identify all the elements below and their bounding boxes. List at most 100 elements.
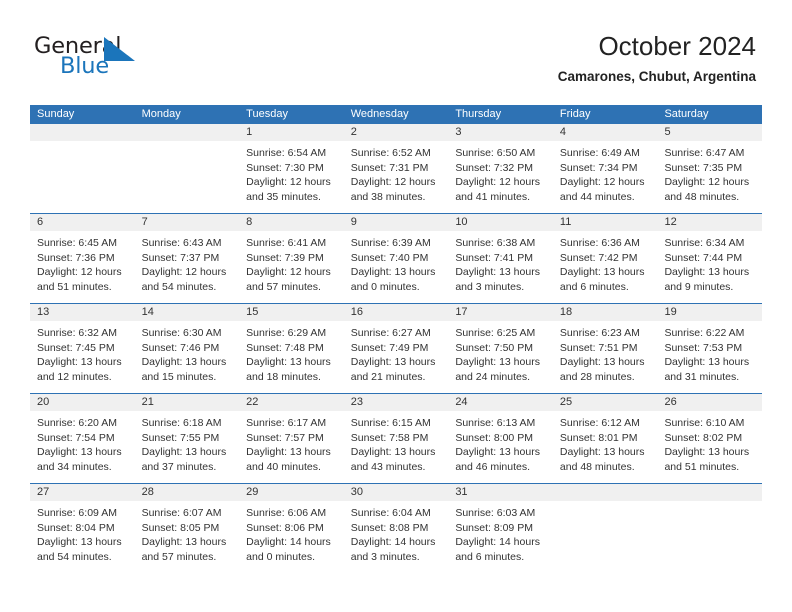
calendar-day-cell[interactable]: 9 Sunrise: 6:39 AM Sunset: 7:40 PM Daylight… [343, 214, 449, 303]
day-detail-line: Sunset: 7:53 PM [664, 341, 743, 354]
calendar-day-cell[interactable]: 2 Sunrise: 6:52 AM Sunset: 7:31 PM Daylight… [343, 124, 449, 213]
day-detail-line: and 46 minutes. [455, 460, 531, 473]
calendar-day-cell[interactable]: 19 Sunrise: 6:22 AM Sunset: 7:53 PM Dayligh… [657, 304, 763, 393]
day-details: Sunrise: 6:13 AM Sunset: 8:00 PM Daylight:… [448, 411, 553, 474]
day-detail-line: Daylight: 13 hours [664, 356, 750, 369]
day-number: 6 [37, 216, 44, 228]
day-detail-line: Sunset: 7:45 PM [37, 341, 115, 354]
calendar-day-cell[interactable]: 20 Sunrise: 6:20 AM Sunset: 7:54 PM Dayligh… [30, 394, 135, 483]
day-details [30, 141, 135, 146]
calendar-day-cell[interactable]: 4 Sunrise: 6:49 AM Sunset: 7:34 PM Daylight… [552, 124, 658, 213]
page-header: General Blue October 2024 Camarones, Chu… [0, 0, 792, 100]
day-detail-line: Sunrise: 6:52 AM [350, 147, 431, 159]
calendar-day-cell[interactable]: 29 Sunrise: 6:06 AM Sunset: 8:06 PM Dayligh… [239, 484, 344, 573]
day-number-band: 25 [552, 394, 658, 411]
day-details: Sunrise: 6:34 AM Sunset: 7:44 PM Daylight:… [657, 231, 762, 294]
day-detail-line: Sunset: 8:02 PM [664, 431, 743, 444]
day-detail-line: Sunset: 7:37 PM [141, 251, 220, 264]
day-details: Sunrise: 6:04 AM Sunset: 8:08 PM Daylight:… [344, 501, 449, 564]
day-detail-line: and 37 minutes. [141, 460, 217, 473]
day-number: 2 [350, 126, 357, 138]
calendar-page: General Blue October 2024 Camarones, Chu… [0, 0, 792, 612]
calendar-day-cell[interactable]: 26 Sunrise: 6:10 AM Sunset: 8:02 PM Dayligh… [657, 394, 763, 483]
day-detail-line: Sunrise: 6:20 AM [37, 417, 117, 429]
calendar-day-cell[interactable]: 8 Sunrise: 6:41 AM Sunset: 7:39 PM Daylight… [239, 214, 344, 303]
day-details: Sunrise: 6:10 AM Sunset: 8:02 PM Daylight:… [657, 411, 762, 474]
calendar-day-cell[interactable]: 13 Sunrise: 6:32 AM Sunset: 7:45 PM Dayligh… [30, 304, 135, 393]
calendar-day-cell[interactable]: 21 Sunrise: 6:18 AM Sunset: 7:55 PM Dayligh… [134, 394, 240, 483]
day-detail-line: Sunset: 8:01 PM [559, 431, 638, 444]
day-detail-line: Daylight: 13 hours [37, 536, 122, 549]
day-detail-line: Daylight: 13 hours [141, 356, 227, 369]
day-detail-line: and 54 minutes. [37, 550, 112, 563]
day-detail-line: Sunset: 7:34 PM [559, 161, 638, 174]
day-detail-line: Sunrise: 6:22 AM [664, 327, 745, 339]
day-detail-line: Daylight: 12 hours [141, 266, 227, 279]
day-number-band: 14 [134, 304, 240, 321]
calendar-week-row: 27 Sunrise: 6:09 AM Sunset: 8:04 PM Dayligh… [30, 483, 763, 573]
calendar-day-cell[interactable]: 1 Sunrise: 6:54 AM Sunset: 7:30 PM Daylight… [239, 124, 344, 213]
day-number-band: 9 [343, 214, 449, 231]
day-number: 11 [559, 216, 572, 228]
generalblue-logo[interactable]: General Blue [34, 33, 214, 85]
calendar-day-cell[interactable]: 17 Sunrise: 6:25 AM Sunset: 7:50 PM Dayligh… [448, 304, 553, 393]
calendar-day-cell[interactable]: 7 Sunrise: 6:43 AM Sunset: 7:37 PM Daylight… [134, 214, 240, 303]
calendar-day-cell[interactable]: 16 Sunrise: 6:27 AM Sunset: 7:49 PM Dayligh… [343, 304, 449, 393]
day-number: 24 [455, 396, 468, 408]
calendar-weeks: 1 Sunrise: 6:54 AM Sunset: 7:30 PM Daylight… [30, 124, 763, 573]
day-number: 26 [664, 396, 677, 408]
calendar-day-cell[interactable]: 6 Sunrise: 6:45 AM Sunset: 7:36 PM Daylight… [30, 214, 135, 303]
calendar-day-cell[interactable]: 3 Sunrise: 6:50 AM Sunset: 7:32 PM Daylight… [448, 124, 553, 213]
calendar-day-cell[interactable]: 30 Sunrise: 6:04 AM Sunset: 8:08 PM Dayligh… [343, 484, 449, 573]
calendar-day-cell[interactable]: 28 Sunrise: 6:07 AM Sunset: 8:05 PM Dayligh… [134, 484, 240, 573]
calendar-week-row: 6 Sunrise: 6:45 AM Sunset: 7:36 PM Daylight… [30, 213, 763, 303]
day-number-band: 13 [30, 304, 135, 321]
day-number: 23 [350, 396, 363, 408]
day-detail-line: Daylight: 12 hours [455, 176, 540, 189]
day-detail-line: Daylight: 13 hours [246, 446, 331, 459]
day-detail-line: Daylight: 13 hours [559, 446, 645, 459]
day-number: 19 [664, 306, 677, 318]
day-details: Sunrise: 6:38 AM Sunset: 7:41 PM Daylight:… [448, 231, 553, 294]
day-detail-line: Sunrise: 6:03 AM [455, 507, 536, 519]
calendar-day-cell[interactable]: 31 Sunrise: 6:03 AM Sunset: 8:09 PM Dayligh… [448, 484, 553, 573]
day-detail-line: and 18 minutes. [246, 370, 321, 383]
day-details: Sunrise: 6:43 AM Sunset: 7:37 PM Daylight:… [135, 231, 240, 294]
day-detail-line: Sunrise: 6:49 AM [559, 147, 640, 159]
calendar-day-cell[interactable]: 18 Sunrise: 6:23 AM Sunset: 7:51 PM Dayligh… [552, 304, 658, 393]
calendar-day-cell[interactable]: 25 Sunrise: 6:12 AM Sunset: 8:01 PM Dayligh… [552, 394, 658, 483]
calendar-day-cell[interactable]: 14 Sunrise: 6:30 AM Sunset: 7:46 PM Dayligh… [134, 304, 240, 393]
calendar-day-cell[interactable]: 15 Sunrise: 6:29 AM Sunset: 7:48 PM Dayligh… [239, 304, 344, 393]
calendar-day-cell[interactable]: 12 Sunrise: 6:34 AM Sunset: 7:44 PM Dayligh… [657, 214, 763, 303]
day-detail-line: and 15 minutes. [141, 370, 217, 383]
day-detail-line: and 3 minutes. [455, 280, 525, 293]
day-detail-line: Sunset: 7:54 PM [37, 431, 115, 444]
day-number-band: 1 [239, 124, 344, 141]
day-number: 15 [246, 306, 259, 318]
weekday-header-monday: Monday [141, 108, 181, 120]
day-number-band: 15 [239, 304, 344, 321]
day-detail-line: and 57 minutes. [141, 550, 217, 563]
calendar-day-cell[interactable]: 22 Sunrise: 6:17 AM Sunset: 7:57 PM Dayligh… [239, 394, 344, 483]
location-subtitle: Camarones, Chubut, Argentina [557, 69, 756, 84]
calendar-day-cell[interactable]: 24 Sunrise: 6:13 AM Sunset: 8:00 PM Dayligh… [448, 394, 553, 483]
calendar-day-cell[interactable]: 27 Sunrise: 6:09 AM Sunset: 8:04 PM Dayligh… [30, 484, 135, 573]
day-detail-line: Sunset: 7:58 PM [350, 431, 429, 444]
day-detail-line: Daylight: 13 hours [141, 446, 227, 459]
day-details: Sunrise: 6:03 AM Sunset: 8:09 PM Daylight:… [448, 501, 553, 564]
day-number-band: 18 [552, 304, 658, 321]
day-detail-line: and 21 minutes. [350, 370, 426, 383]
day-number-band: 20 [30, 394, 135, 411]
calendar-day-cell[interactable]: 10 Sunrise: 6:38 AM Sunset: 7:41 PM Dayligh… [448, 214, 553, 303]
calendar-day-cell[interactable]: 11 Sunrise: 6:36 AM Sunset: 7:42 PM Dayligh… [552, 214, 658, 303]
day-detail-line: Daylight: 13 hours [350, 446, 436, 459]
day-details [657, 501, 762, 506]
day-number-band: 26 [657, 394, 763, 411]
day-number-band [30, 124, 135, 141]
calendar-day-cell[interactable]: 23 Sunrise: 6:15 AM Sunset: 7:58 PM Dayligh… [343, 394, 449, 483]
calendar-day-empty [552, 484, 658, 573]
weekday-header-friday: Friday [559, 108, 591, 120]
day-details: Sunrise: 6:27 AM Sunset: 7:49 PM Daylight:… [344, 321, 449, 384]
day-details [553, 501, 658, 506]
calendar-day-cell[interactable]: 5 Sunrise: 6:47 AM Sunset: 7:35 PM Daylight… [657, 124, 763, 213]
